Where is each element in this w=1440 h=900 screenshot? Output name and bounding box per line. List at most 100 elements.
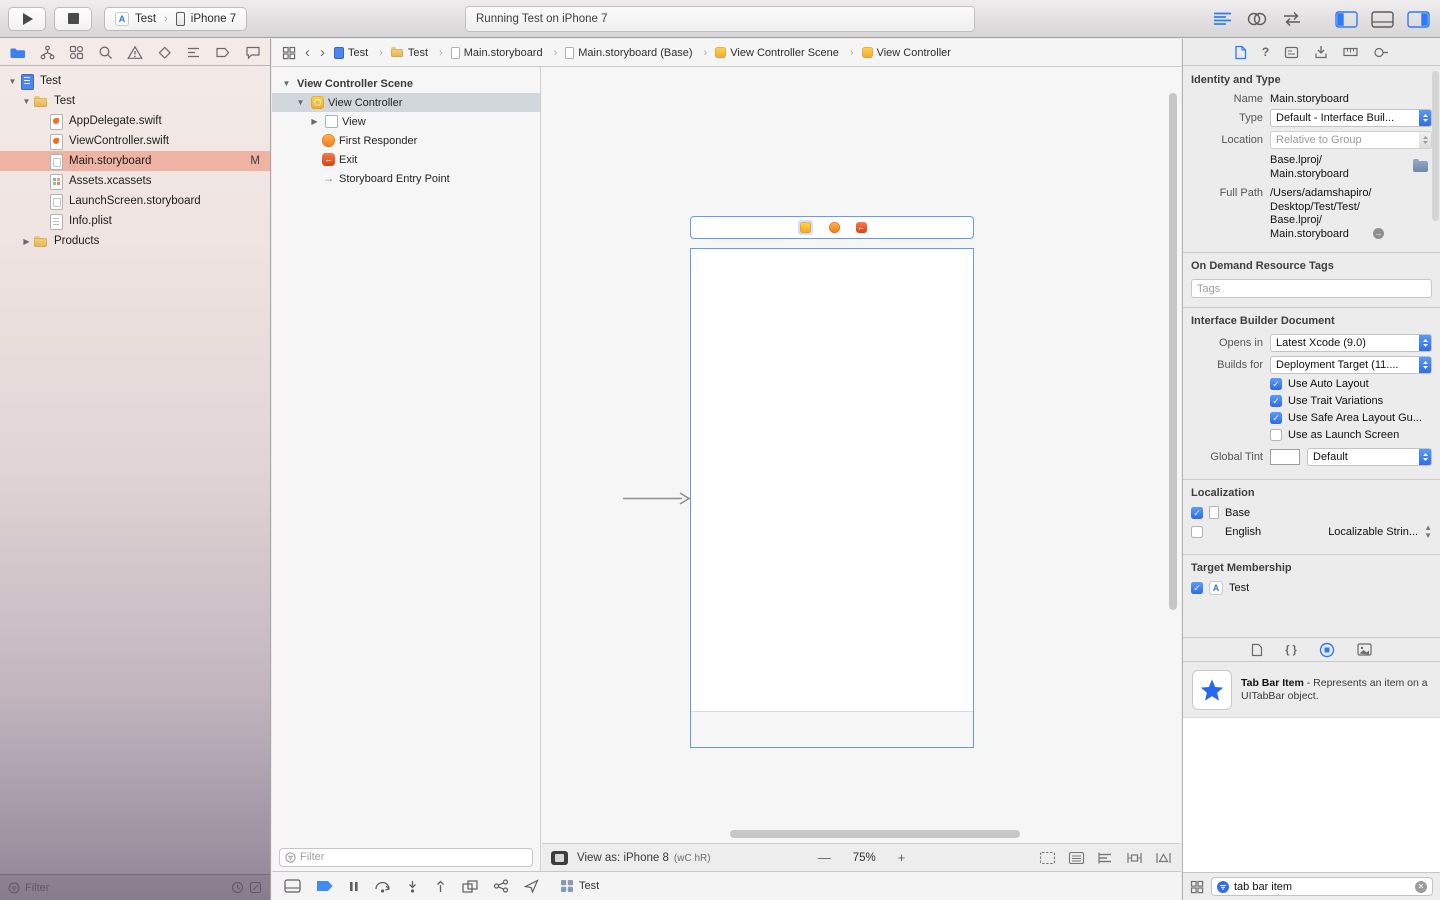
process-view-chip[interactable]: Test	[560, 879, 599, 893]
location-popup[interactable]: Relative to Group	[1270, 131, 1432, 149]
zoom-in-button[interactable]: +	[898, 850, 906, 865]
debug-view-hierarchy-button[interactable]	[462, 879, 478, 893]
report-navigator-tab[interactable]	[245, 45, 261, 60]
open-in-finder-arrow-icon[interactable]: →	[1372, 228, 1384, 240]
memory-graph-button[interactable]	[493, 879, 509, 893]
tree-row-project[interactable]: Test	[0, 71, 270, 91]
toggle-inspector-button[interactable]	[1407, 10, 1430, 28]
breadcrumb-scene[interactable]: View Controller Scene	[715, 47, 853, 59]
symbol-navigator-tab[interactable]	[69, 45, 84, 60]
resolve-autolayout-icon[interactable]	[1155, 851, 1172, 865]
use-auto-layout-checkbox[interactable]	[1270, 378, 1282, 390]
identity-inspector-tab[interactable]	[1284, 46, 1299, 59]
align-icon[interactable]	[1097, 851, 1114, 865]
attributes-inspector-tab[interactable]	[1314, 45, 1328, 59]
step-out-button[interactable]	[434, 880, 447, 893]
standard-editor-button[interactable]	[1212, 11, 1233, 27]
english-checkbox[interactable]	[1191, 526, 1203, 538]
use-as-launch-screen-checkbox[interactable]	[1270, 429, 1282, 441]
code-snippet-library-tab[interactable]: { }	[1285, 644, 1297, 656]
tags-input[interactable]	[1197, 282, 1426, 295]
add-constraints-icon[interactable]	[1126, 851, 1143, 865]
file-type-arrows-icon[interactable]: ▲ ▼	[1424, 524, 1432, 540]
tab-bar[interactable]	[691, 711, 973, 747]
outline-row-entry-point[interactable]: Storyboard Entry Point	[272, 169, 540, 188]
storyboard-canvas[interactable]	[542, 67, 1181, 843]
zoom-out-button[interactable]: —	[818, 850, 831, 865]
scm-filter-icon[interactable]	[249, 881, 262, 894]
disclosure-triangle[interactable]	[20, 97, 33, 106]
disclosure-triangle[interactable]	[308, 117, 321, 126]
disclosure-triangle[interactable]	[280, 79, 293, 88]
project-navigator-tab[interactable]	[9, 45, 26, 60]
view-controller-icon[interactable]	[799, 222, 811, 233]
breadcrumb-project[interactable]: Test	[334, 46, 383, 59]
localization-file-type[interactable]: Localizable Strin...	[1328, 526, 1418, 538]
tree-row-group[interactable]: Test	[0, 91, 270, 111]
library-search-field[interactable]: ✕	[1211, 877, 1433, 896]
tree-row-appdelegate[interactable]: AppDelegate.swift	[0, 111, 270, 131]
file-template-library-tab[interactable]	[1251, 643, 1263, 657]
type-popup[interactable]: Default - Interface Buil...	[1270, 109, 1432, 127]
tree-row-main-storyboard[interactable]: Main.storyboard M	[0, 151, 270, 171]
stop-button[interactable]	[54, 6, 92, 31]
recent-files-filter-icon[interactable]	[231, 881, 244, 894]
use-safe-area-checkbox[interactable]	[1270, 412, 1282, 424]
related-items-icon[interactable]	[282, 46, 296, 60]
embed-in-stack-icon[interactable]	[1068, 851, 1085, 865]
breadcrumb-storyboard-base[interactable]: Main.storyboard (Base)	[565, 46, 707, 59]
disclosure-triangle[interactable]	[294, 98, 307, 107]
hide-debug-area-button[interactable]	[284, 879, 301, 893]
back-button[interactable]: ‹	[304, 45, 311, 60]
zoom-level[interactable]: 75%	[853, 852, 876, 864]
target-checkbox[interactable]	[1191, 582, 1203, 594]
scheme-selector[interactable]: A Test › iPhone 7	[104, 6, 248, 31]
breadcrumb-group[interactable]: Test	[390, 46, 443, 59]
outline-row-view[interactable]: View	[272, 112, 540, 131]
quick-help-inspector-tab[interactable]: ?	[1262, 45, 1269, 59]
opens-in-popup[interactable]: Latest Xcode (9.0)	[1270, 334, 1432, 352]
view-controller-view[interactable]	[690, 248, 974, 748]
size-inspector-tab[interactable]	[1343, 47, 1358, 57]
outline-row-exit[interactable]: Exit	[272, 150, 540, 169]
test-navigator-tab[interactable]	[157, 45, 172, 60]
breadcrumb-view-controller[interactable]: View Controller	[861, 47, 955, 59]
clear-search-icon[interactable]: ✕	[1415, 880, 1427, 893]
storyboard-entry-point-arrow[interactable]	[622, 491, 692, 509]
outline-row-view-controller[interactable]: View Controller	[272, 93, 540, 112]
update-frames-icon[interactable]	[1039, 851, 1056, 865]
tree-row-infoplist[interactable]: Info.plist	[0, 211, 270, 231]
scene-header-row[interactable]: View Controller Scene	[272, 74, 540, 93]
library-item-tab-bar-item[interactable]: Tab Bar Item - Represents an item on a U…	[1183, 663, 1440, 718]
debug-navigator-tab[interactable]	[186, 45, 201, 60]
breakpoint-navigator-tab[interactable]	[215, 45, 231, 60]
connections-inspector-tab[interactable]	[1373, 46, 1389, 59]
version-editor-button[interactable]	[1281, 11, 1303, 27]
breakpoints-toggle-button[interactable]	[316, 880, 334, 892]
scene-dock[interactable]	[690, 216, 974, 239]
tint-color-well[interactable]	[1270, 449, 1300, 465]
assistant-editor-button[interactable]	[1246, 11, 1268, 27]
forward-button[interactable]: ›	[319, 45, 326, 60]
vertical-scrollbar[interactable]	[1169, 93, 1177, 610]
outline-filter-input[interactable]	[300, 851, 527, 863]
horizontal-scrollbar[interactable]	[730, 830, 1020, 838]
toggle-debug-area-button[interactable]	[1371, 10, 1394, 28]
filter-placeholder-text[interactable]: Filter	[25, 882, 49, 894]
builds-for-popup[interactable]: Deployment Target (11....	[1270, 356, 1432, 374]
source-control-navigator-tab[interactable]	[40, 45, 55, 60]
first-responder-icon[interactable]	[828, 222, 840, 233]
tree-row-launchscreen[interactable]: LaunchScreen.storyboard	[0, 191, 270, 211]
outline-filter-field[interactable]	[279, 847, 533, 867]
step-over-button[interactable]	[374, 880, 391, 893]
toggle-navigator-button[interactable]	[1335, 10, 1358, 28]
object-library-tab[interactable]	[1319, 642, 1335, 658]
tint-popup[interactable]: Default	[1307, 448, 1432, 466]
media-library-tab[interactable]	[1357, 643, 1372, 656]
tags-field[interactable]	[1191, 279, 1432, 298]
disclosure-triangle[interactable]	[6, 77, 19, 86]
run-button[interactable]	[8, 6, 46, 31]
library-grid-toggle-icon[interactable]	[1190, 880, 1204, 894]
name-value[interactable]: Main.storyboard	[1270, 93, 1349, 105]
exit-icon[interactable]	[855, 222, 867, 233]
